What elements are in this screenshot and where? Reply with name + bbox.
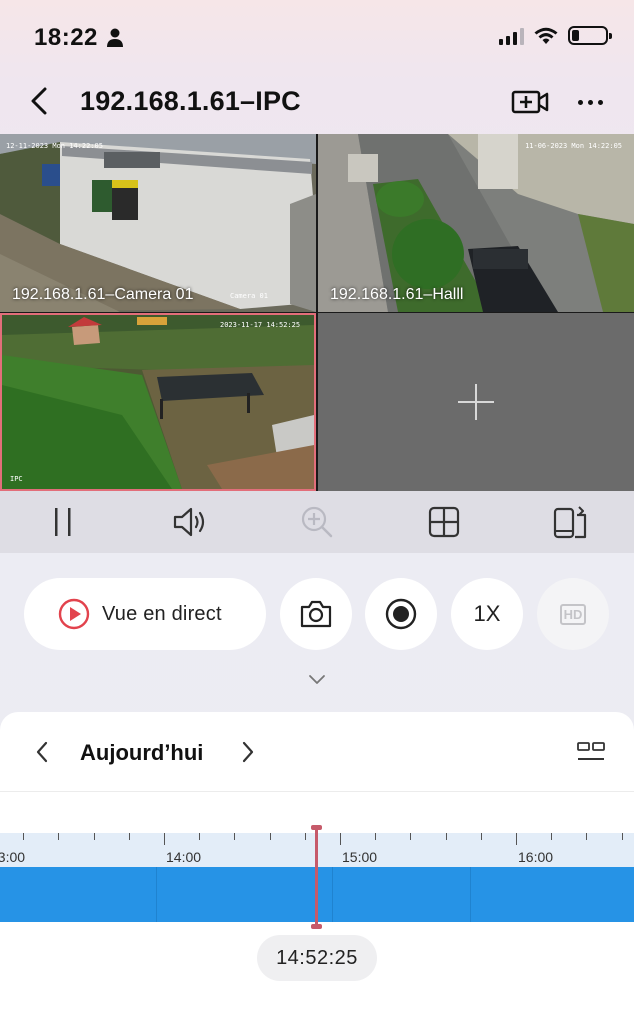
live-view-button[interactable]: Vue en direct	[24, 578, 266, 650]
timeline-minor-tick	[621, 833, 623, 840]
status-bar: 18:22	[0, 0, 634, 70]
timeline-minor-tick	[93, 833, 95, 840]
hd-quality-button[interactable]: HD	[537, 578, 609, 650]
timeline-minor-tick	[586, 833, 588, 840]
chevron-left-icon	[36, 741, 48, 763]
pause-icon	[55, 508, 71, 536]
chevron-down-icon[interactable]	[307, 672, 327, 686]
cell-signal-icon	[499, 27, 524, 45]
camera-feed-image	[2, 315, 314, 489]
page-title: 192.168.1.61–IPC	[80, 86, 301, 116]
timeline-hour-tick	[164, 833, 165, 845]
hd-label: HD	[559, 603, 587, 625]
plus-icon	[458, 384, 494, 420]
action-row: Vue en direct 1X HD	[0, 578, 634, 652]
timeline-hour-label: 16:00	[518, 849, 554, 865]
camera-2-timestamp: 11-06-2023 Mon 14:22:05	[525, 142, 622, 150]
back-arrow-icon	[31, 87, 47, 115]
timeline-minor-tick	[480, 833, 482, 840]
timeline-minor-tick	[128, 833, 130, 840]
more-icon[interactable]	[572, 84, 608, 120]
battery-icon	[568, 26, 612, 45]
timeline-hour-label: 14:00	[166, 849, 202, 865]
timeline-minor-tick	[58, 833, 60, 840]
timeline-minor-tick	[269, 833, 271, 840]
chevron-right-icon	[242, 741, 254, 763]
playhead[interactable]	[315, 828, 318, 926]
timeline-minor-tick	[410, 833, 412, 840]
timeline-minor-tick	[375, 833, 377, 840]
current-time: 14:52:25	[257, 935, 377, 981]
camera-3-timestamp: 2023-11-17 14:52:25	[220, 321, 301, 329]
pause-button[interactable]	[0, 491, 127, 553]
date-selector: Aujourd’hui	[0, 712, 634, 792]
status-time: 18:22	[34, 24, 98, 51]
timeline-hour-tick	[340, 833, 341, 845]
camera-3-osd-name: IPC	[10, 475, 23, 483]
back-button[interactable]	[24, 84, 54, 118]
camera-view-3[interactable]: 2023-11-17 14:52:25 IPC	[0, 313, 316, 491]
timeline-hour-tick	[516, 833, 517, 845]
timeline-minor-tick	[23, 833, 25, 840]
play-circle-icon	[58, 598, 90, 630]
timeline-hour-label: 13:00	[0, 849, 26, 865]
camera-1-label: 192.168.1.61–Camera 01	[12, 286, 194, 303]
date-label[interactable]: Aujourd’hui	[80, 740, 203, 766]
record-icon	[385, 598, 417, 630]
live-view-label: Vue en direct	[102, 602, 222, 625]
timeline-minor-tick	[234, 833, 236, 840]
grid-layout-icon	[428, 506, 459, 538]
timeline-minor-tick	[551, 833, 553, 840]
timeline-hour-label: 15:00	[342, 849, 378, 865]
zoom-button[interactable]	[254, 491, 381, 553]
camera-1-osd-name: Camera 01	[230, 292, 268, 300]
timeline-minor-tick	[304, 833, 306, 840]
camera-view-2[interactable]: 11-06-2023 Mon 14:22:05 192.168.1.61–Hal…	[318, 134, 634, 312]
person-icon	[107, 28, 123, 47]
wifi-icon	[534, 27, 558, 44]
header: 192.168.1.61–IPC	[0, 70, 634, 134]
playback-toolbar	[0, 491, 634, 553]
camera-2-label: 192.168.1.61–Halll	[330, 286, 464, 303]
snapshot-button[interactable]	[280, 578, 352, 650]
camera-snapshot-icon	[300, 600, 332, 628]
camera-grid: 12-11-2023 Mon 14:22:05 Camera 01 192.16…	[0, 134, 634, 491]
view-toggle-icon[interactable]	[576, 740, 606, 764]
previous-day-button[interactable]	[30, 738, 54, 766]
rotate-screen-button[interactable]	[507, 491, 634, 553]
speaker-icon	[174, 507, 205, 537]
status-indicators	[499, 26, 612, 45]
playhead-bottom	[311, 924, 322, 929]
camera-view-1[interactable]: 12-11-2023 Mon 14:22:05 Camera 01 192.16…	[0, 134, 316, 312]
record-button[interactable]	[365, 578, 437, 650]
timeline-minor-tick	[199, 833, 201, 840]
playback-panel: Aujourd’hui 13:00 14:00 15:00 16:00 14:52:2…	[0, 712, 634, 1024]
zoom-in-icon	[301, 506, 333, 538]
sound-button[interactable]	[127, 491, 254, 553]
camera-1-timestamp: 12-11-2023 Mon 14:22:05	[6, 142, 103, 150]
layout-button[interactable]	[380, 491, 507, 553]
playback-speed-button[interactable]: 1X	[451, 578, 523, 650]
add-camera-icon[interactable]	[510, 84, 550, 120]
next-day-button[interactable]	[236, 738, 260, 766]
add-camera-slot[interactable]	[318, 313, 634, 491]
timeline-minor-tick	[445, 833, 447, 840]
rotate-screen-icon	[553, 506, 586, 539]
